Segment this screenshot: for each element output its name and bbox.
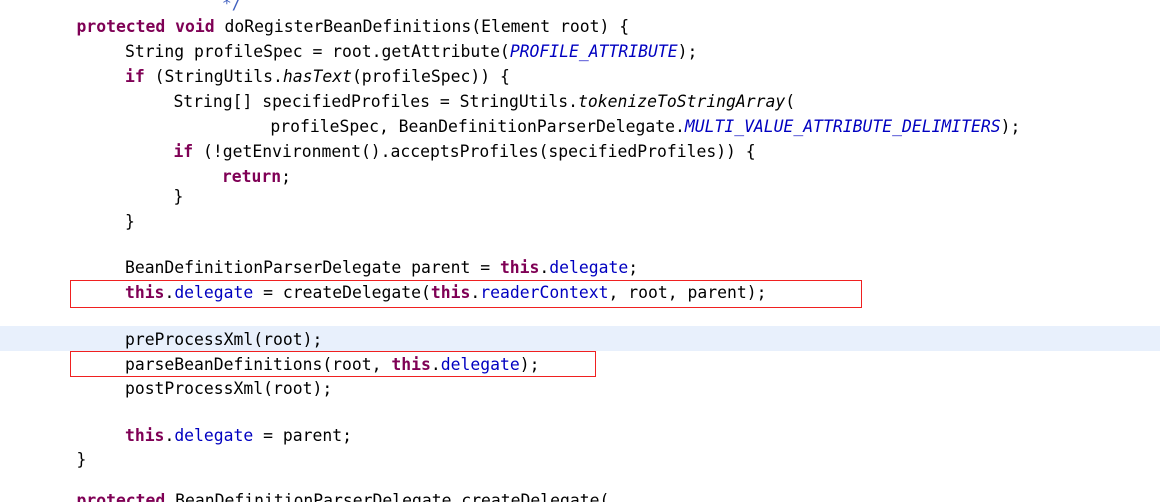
code-token-plain: (: [785, 92, 796, 111]
code-token-plain: preProcessXml(root);: [124, 330, 323, 349]
code-token-statmeth: hasText: [282, 67, 352, 86]
code-token-plain: , root, parent);: [608, 283, 767, 302]
code-token-plain: .: [470, 283, 481, 302]
code-token-plain: doRegisterBeanDefinitions(Element root) …: [214, 17, 630, 36]
code-line-content: profileSpec, BeanDefinitionParserDelegat…: [0, 114, 1020, 139]
code-line-content: if (!getEnvironment().acceptsProfiles(sp…: [0, 139, 756, 164]
code-line-content: }: [0, 184, 183, 209]
code-token-plain: .: [164, 283, 175, 302]
code-token-field: delegate: [174, 426, 254, 445]
code-line-content: BeanDefinitionParserDelegate parent = th…: [0, 255, 638, 280]
code-token-kw: protected: [76, 17, 166, 36]
code-token-field: delegate: [549, 258, 629, 277]
code-line-content: String profileSpec = root.getAttribute(P…: [0, 39, 697, 64]
code-token-plain: );: [1000, 117, 1021, 136]
code-token-plain: );: [519, 355, 540, 374]
code-line[interactable]: protected BeanDefinitionParserDelegate c…: [0, 488, 1160, 502]
code-line[interactable]: protected void doRegisterBeanDefinitions…: [0, 14, 1160, 39]
code-token-kw: this: [430, 283, 471, 302]
code-line-content: protected void doRegisterBeanDefinitions…: [0, 14, 629, 39]
code-token-field: readerContext: [480, 283, 609, 302]
code-line[interactable]: BeanDefinitionParserDelegate parent = th…: [0, 255, 1160, 280]
code-line[interactable]: String profileSpec = root.getAttribute(P…: [0, 39, 1160, 64]
code-line-content: postProcessXml(root);: [0, 376, 332, 401]
code-line[interactable]: profileSpec, BeanDefinitionParserDelegat…: [0, 114, 1160, 139]
code-token-plain: }: [76, 450, 87, 469]
code-token-plain: postProcessXml(root);: [124, 379, 333, 398]
code-line[interactable]: String[] specifiedProfiles = StringUtils…: [0, 89, 1160, 114]
code-line[interactable]: parseBeanDefinitions(root, this.delegate…: [0, 352, 1160, 377]
code-token-kw: this: [499, 258, 540, 277]
code-token-kw: this: [391, 355, 431, 374]
code-line[interactable]: this.delegate = createDelegate(this.read…: [0, 280, 1160, 305]
code-line-content: String[] specifiedProfiles = StringUtils…: [0, 89, 795, 114]
code-line-content: this.delegate = createDelegate(this.read…: [0, 280, 766, 305]
code-line-content: this.delegate = parent;: [0, 423, 352, 448]
code-line[interactable]: preProcessXml(root);: [0, 327, 1160, 352]
code-token-plain: BeanDefinitionParserDelegate createDeleg…: [165, 491, 610, 502]
code-token-plain: = createDelegate(: [253, 283, 431, 302]
code-token-cmt: */: [221, 0, 242, 13]
code-line-content: parseBeanDefinitions(root, this.delegate…: [0, 352, 540, 377]
code-token-plain: .: [164, 426, 175, 445]
code-token-plain: );: [677, 42, 698, 61]
code-editor-viewport[interactable]: */protected void doRegisterBeanDefinitio…: [0, 0, 1160, 502]
code-token-field: delegate: [440, 355, 520, 374]
code-line[interactable]: if (StringUtils.hasText(profileSpec)) {: [0, 64, 1160, 89]
code-line-content: if (StringUtils.hasText(profileSpec)) {: [0, 64, 510, 89]
code-token-plain: (StringUtils.: [144, 67, 283, 86]
code-token-kw: this: [124, 283, 165, 302]
code-line[interactable]: if (!getEnvironment().acceptsProfiles(sp…: [0, 139, 1160, 164]
code-line[interactable]: postProcessXml(root);: [0, 376, 1160, 401]
code-token-plain: BeanDefinitionParserDelegate parent =: [124, 258, 500, 277]
code-line-content: preProcessXml(root);: [0, 327, 322, 352]
code-token-static: MULTI_VALUE_ATTRIBUTE_DELIMITERS: [684, 117, 1001, 136]
code-token-kw: if: [124, 67, 145, 86]
code-token-plain: .: [539, 258, 550, 277]
code-token-kw: if: [173, 142, 194, 161]
code-token-field: delegate: [174, 283, 254, 302]
code-token-statmeth: tokenizeToStringArray: [578, 92, 786, 111]
code-line-content: }: [0, 209, 135, 234]
code-token-kw: protected: [76, 491, 166, 502]
code-token-plain: (profileSpec)) {: [351, 67, 510, 86]
code-token-kw: this: [124, 426, 165, 445]
code-line-content: protected BeanDefinitionParserDelegate c…: [0, 488, 609, 502]
code-token-kw: void: [175, 17, 215, 36]
code-token-plain: }: [173, 187, 184, 206]
code-token-plain: parseBeanDefinitions(root,: [124, 355, 392, 374]
code-token-plain: (!getEnvironment().acceptsProfiles(speci…: [193, 142, 756, 161]
code-line[interactable]: }: [0, 184, 1160, 209]
code-token-plain: = parent;: [253, 426, 352, 445]
code-token-plain: String profileSpec = root.getAttribute(: [124, 42, 510, 61]
code-token-plain: }: [124, 212, 135, 231]
code-token-plain: .: [430, 355, 441, 374]
code-token-plain: String[] specifiedProfiles = StringUtils…: [173, 92, 579, 111]
code-line[interactable]: this.delegate = parent;: [0, 423, 1160, 448]
code-token-plain: ;: [628, 258, 639, 277]
code-token-static: PROFILE_ATTRIBUTE: [509, 42, 678, 61]
code-token-plain: profileSpec, BeanDefinitionParserDelegat…: [270, 117, 685, 136]
code-line[interactable]: }: [0, 209, 1160, 234]
